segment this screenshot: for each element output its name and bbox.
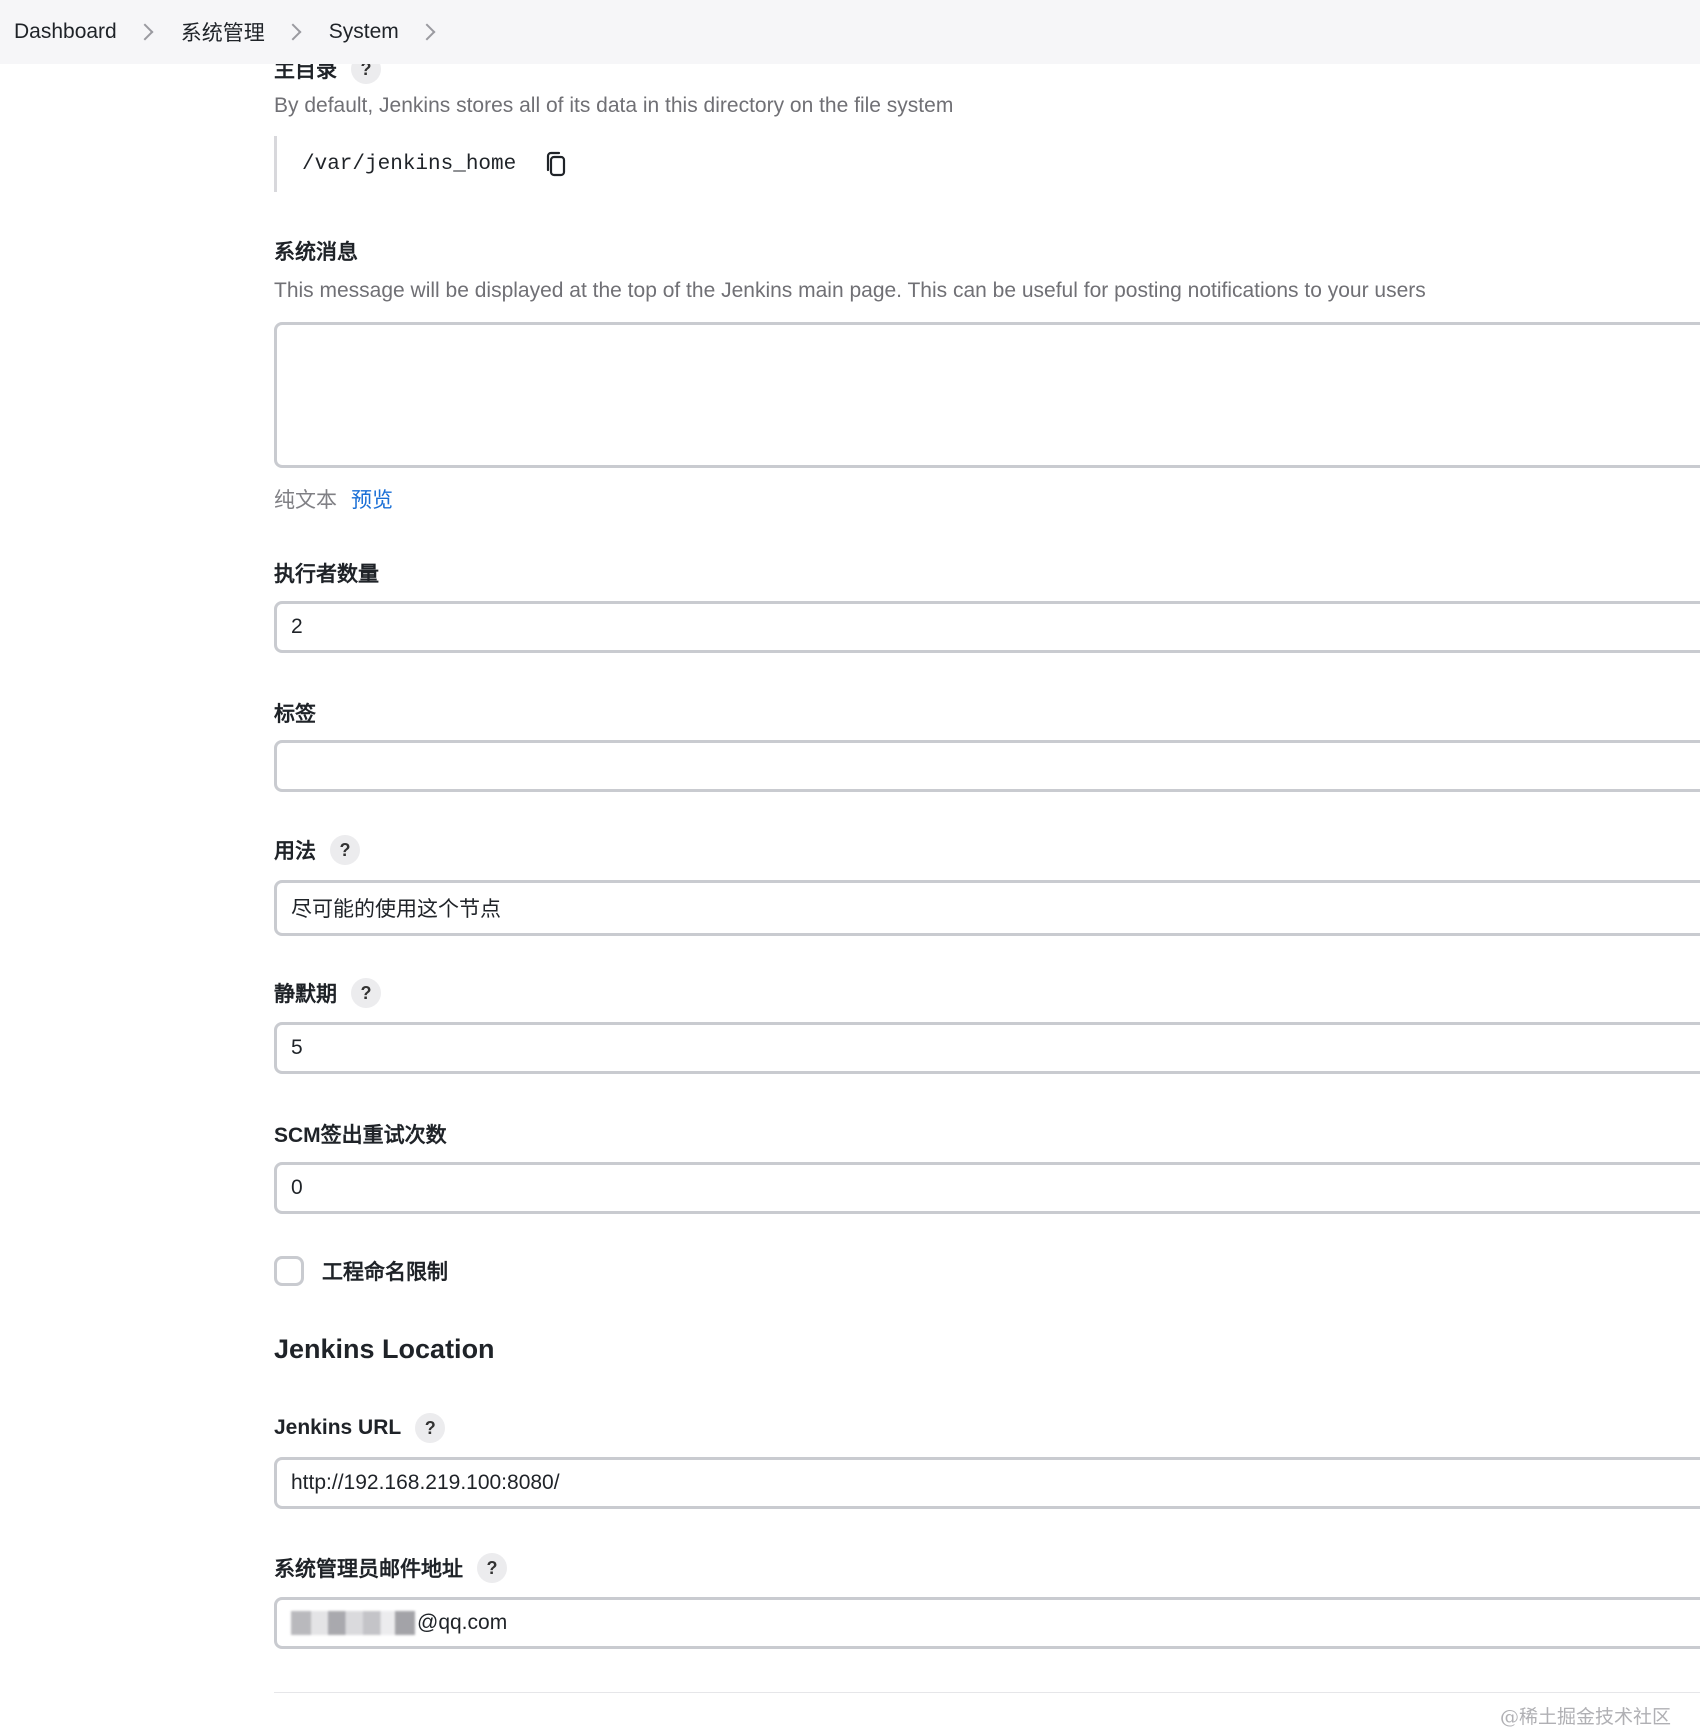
breadcrumb-system-management[interactable]: 系统管理 [181, 17, 265, 47]
executors-label: 执行者数量 [274, 563, 379, 586]
breadcrumb-overlay: Dashboard 系统管理 System [0, 0, 1700, 64]
home-dir-box: /var/jenkins_home [274, 136, 568, 192]
scm-retry-input[interactable]: 0 [274, 1162, 1700, 1214]
help-icon[interactable]: ? [351, 978, 381, 1008]
watermark: @稀土掘金技术社区 [1500, 1706, 1672, 1728]
format-links: 纯文本 预览 [274, 484, 393, 514]
jenkins-url-input[interactable]: http://192.168.219.100:8080/ [274, 1457, 1700, 1509]
usage-select[interactable]: 尽可能的使用这个节点 [274, 880, 1700, 936]
executors-input[interactable]: 2 [274, 601, 1700, 653]
home-dir-path: /var/jenkins_home [302, 152, 517, 176]
help-icon[interactable]: ? [415, 1413, 446, 1443]
project-naming-checkbox[interactable] [274, 1256, 304, 1286]
usage-label: 用法 [274, 840, 316, 863]
quiet-period-label-row: 静默期 ? [274, 978, 381, 1008]
admin-email-label: 系统管理员邮件地址 [274, 1558, 463, 1581]
home-dir-description: By default, Jenkins stores all of its da… [274, 94, 954, 117]
labels-input[interactable] [274, 740, 1700, 792]
admin-email-suffix: @qq.com [417, 1611, 508, 1634]
chevron-right-icon [136, 23, 154, 41]
section-divider [274, 1692, 1700, 1693]
chevron-right-icon[interactable] [418, 23, 436, 41]
system-message-textarea[interactable] [274, 322, 1700, 468]
copy-icon[interactable] [544, 151, 568, 177]
jenkins-location-title: Jenkins Location [274, 1334, 495, 1364]
project-naming-row: 工程命名限制 [274, 1256, 448, 1286]
help-icon[interactable]: ? [477, 1553, 507, 1583]
system-message-label: 系统消息 [274, 241, 358, 264]
project-naming-label[interactable]: 工程命名限制 [322, 1256, 448, 1286]
plain-text-label: 纯文本 [274, 489, 337, 512]
scm-retry-label: SCM签出重试次数 [274, 1124, 447, 1147]
quiet-period-label: 静默期 [274, 983, 337, 1006]
system-message-description: This message will be displayed at the to… [274, 279, 1426, 302]
chevron-right-icon [284, 23, 302, 41]
admin-email-input[interactable]: @qq.com [274, 1597, 1700, 1649]
breadcrumb-dashboard[interactable]: Dashboard [14, 20, 117, 44]
jenkins-url-label: Jenkins URL [274, 1416, 402, 1439]
admin-email-label-row: 系统管理员邮件地址 ? [274, 1553, 507, 1583]
preview-link[interactable]: 预览 [351, 484, 393, 514]
redacted-text [291, 1611, 415, 1635]
jenkins-url-label-row: Jenkins URL ? [274, 1413, 446, 1443]
help-icon[interactable]: ? [330, 835, 360, 865]
usage-label-row: 用法 ? [274, 835, 360, 865]
breadcrumb-system[interactable]: System [329, 20, 399, 44]
labels-label: 标签 [274, 703, 316, 726]
quiet-period-input[interactable]: 5 [274, 1022, 1700, 1074]
